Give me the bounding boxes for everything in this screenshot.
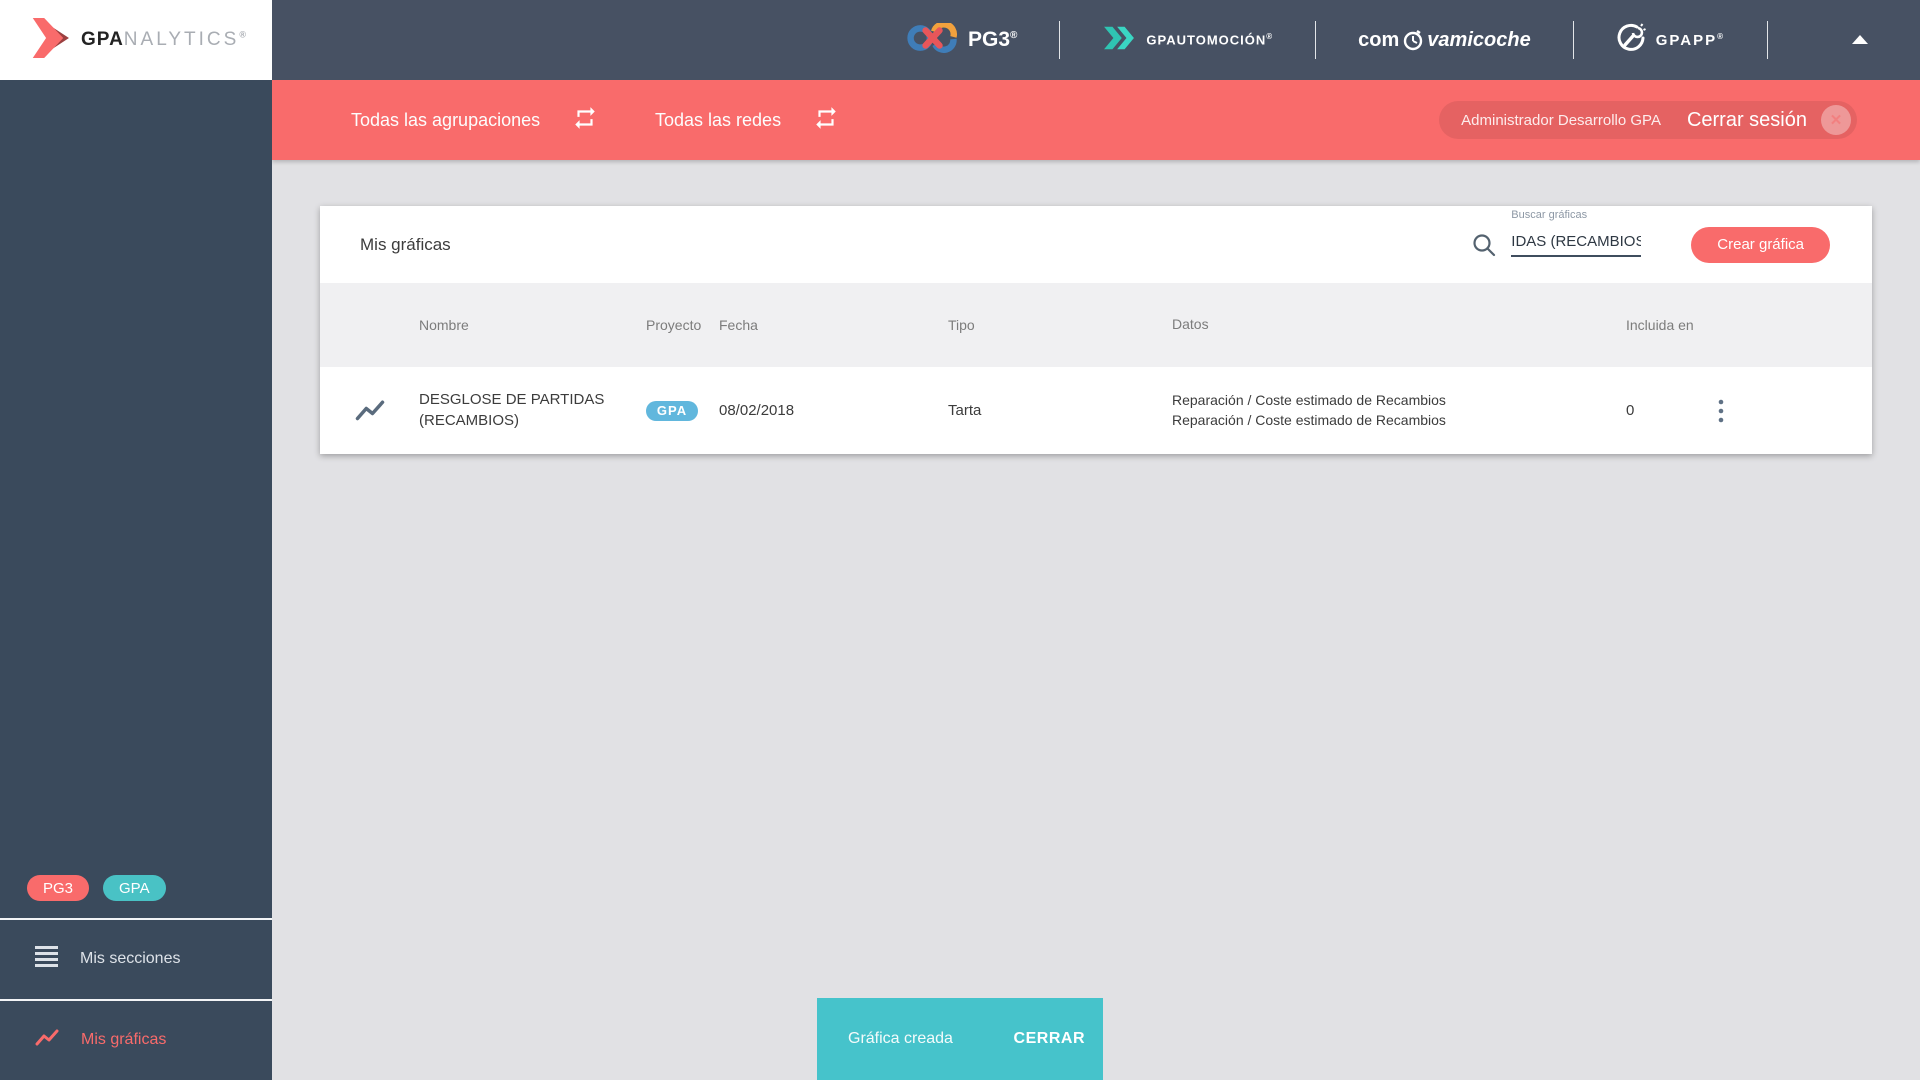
row-proyecto: GPA [646, 400, 719, 421]
gpautomocion-arrow-icon [1102, 24, 1136, 57]
networks-filter-label: Todas las redes [655, 109, 782, 130]
comprovamicoche-wordmark: com vamicoche [1358, 28, 1531, 51]
search-field-label: Buscar gráficas [1511, 208, 1588, 221]
table-row[interactable]: DESGLOSE DE PARTIDAS (RECAMBIOS) GPA 08/… [320, 367, 1872, 454]
search-zone: Buscar gráficas IDAS (RECAMBIOS) Crear g… [1471, 206, 1830, 283]
row-menu-button[interactable] [1717, 398, 1725, 424]
sidebar-badges: PG3 GPA [27, 875, 166, 901]
logout-close-icon[interactable]: ✕ [1821, 105, 1851, 135]
header-incluida-en: Incluida en [1626, 317, 1694, 333]
gpapp-wrench-icon [1616, 22, 1646, 58]
sidebar: PG3 GPA Mis secciones Mis gráficas [0, 80, 272, 1080]
brand-reg: ® [239, 29, 247, 40]
groupings-filter[interactable]: Todas las agrupaciones [351, 80, 598, 160]
sidebar-item-label: Mis gráficas [81, 1031, 167, 1048]
pg3-wordmark: PG3® [968, 28, 1018, 51]
kebab-icon [1718, 399, 1724, 422]
brand-wordmark: GPANALYTICS® [81, 29, 247, 51]
comprovamicoche-logo: com vamicoche [1358, 29, 1531, 52]
search-input[interactable]: IDAS (RECAMBIOS) [1511, 233, 1642, 257]
gpa-badge: GPA [103, 875, 166, 901]
header-datos: Datos [1172, 316, 1209, 333]
toast-close-button[interactable]: CERRAR [1014, 1030, 1085, 1048]
sidebar-item-mis-graficas[interactable]: Mis gráficas [0, 1001, 272, 1079]
table-header: Nombre Proyecto Fecha Tipo Datos Incluid… [320, 283, 1872, 367]
gpanalytics-arrow-icon [25, 17, 71, 63]
swap-icon[interactable] [572, 105, 598, 136]
app-window: GPANALYTICS® PG3® GPAUTOMOCIÓN® com vami… [0, 0, 1920, 1080]
networks-filter[interactable]: Todas las redes [655, 80, 839, 160]
header-fecha: Fecha [719, 317, 758, 333]
sidebar-item-mis-secciones[interactable]: Mis secciones [0, 920, 272, 998]
row-tipo: Tarta [948, 402, 982, 419]
charts-card: Mis gráficas Buscar gráficas IDAS (RECAM… [320, 206, 1872, 454]
partner-logos: PG3® GPAUTOMOCIÓN® com vamicoche GPAPP® [906, 0, 1868, 80]
top-bar: GPANALYTICS® PG3® GPAUTOMOCIÓN® com vami… [0, 0, 1920, 80]
row-datos-line2: Reparación / Coste estimado de Recambios [1172, 411, 1446, 428]
header-nombre: Nombre [419, 316, 469, 333]
search-icon[interactable] [1471, 232, 1497, 258]
groupings-filter-label: Todas las agrupaciones [351, 109, 541, 130]
filter-bar: Todas las agrupaciones Todas las redes A… [272, 80, 1920, 160]
gpautomocion-wordmark: GPAUTOMOCIÓN® [1146, 32, 1274, 48]
divider [1767, 21, 1768, 59]
swap-icon[interactable] [813, 105, 839, 136]
pg3-badge: PG3 [27, 875, 90, 901]
header-proyecto: Proyecto [646, 317, 702, 333]
clock-icon [1402, 29, 1424, 51]
brand-gpa: GPA [81, 29, 124, 50]
sidebar-item-label: Mis secciones [80, 950, 181, 967]
row-actions [1717, 398, 1872, 424]
pg3-infinity-icon [906, 20, 958, 58]
gpapp-wordmark: GPAPP® [1655, 31, 1725, 49]
row-datos: Reparación / Coste estimado de Recambios… [1172, 391, 1623, 430]
logout-button[interactable]: Cerrar sesión ✕ [1687, 105, 1851, 135]
divider [1572, 21, 1574, 59]
row-datos-line1: Reparación / Coste estimado de Recambios [1172, 391, 1446, 408]
page-title: Mis gráficas [360, 234, 451, 254]
menu-icon [35, 946, 58, 972]
header-tipo: Tipo [948, 317, 975, 333]
gpapp-logo: GPAPP® [1616, 22, 1725, 58]
gpautomocion-logo: GPAUTOMOCIÓN® [1102, 24, 1273, 57]
toast-message: Gráfica creada [848, 1030, 953, 1047]
divider [1315, 21, 1317, 59]
toast-notification: Gráfica creada CERRAR [817, 998, 1103, 1080]
current-user-label: Administrador Desarrollo GPA [1461, 111, 1661, 129]
pg3-logo: PG3® [906, 20, 1018, 58]
project-badge: GPA [646, 400, 698, 421]
card-header: Mis gráficas Buscar gráficas IDAS (RECAM… [320, 206, 1872, 283]
line-chart-icon [355, 400, 384, 420]
divider [1059, 21, 1061, 59]
chevron-up-icon [1852, 35, 1868, 44]
brand-suffix: NALYTICS [123, 29, 240, 50]
search-field[interactable]: Buscar gráficas IDAS (RECAMBIOS) [1511, 209, 1642, 257]
brand-logo: GPANALYTICS® [0, 0, 272, 80]
main-content: Mis gráficas Buscar gráficas IDAS (RECAM… [272, 160, 1920, 1080]
row-fecha: 08/02/2018 [719, 402, 795, 419]
line-chart-icon [35, 1029, 59, 1052]
logout-label: Cerrar sesión [1686, 108, 1807, 131]
row-incluida-en: 0 [1626, 402, 1635, 419]
create-chart-button[interactable]: Crear gráfica [1691, 226, 1830, 263]
row-nombre[interactable]: DESGLOSE DE PARTIDAS (RECAMBIOS) [419, 390, 646, 431]
session-pill: Administrador Desarrollo GPA Cerrar sesi… [1439, 101, 1857, 139]
collapse-topbar-button[interactable] [1852, 35, 1868, 45]
row-chart-type-icon [320, 399, 419, 423]
